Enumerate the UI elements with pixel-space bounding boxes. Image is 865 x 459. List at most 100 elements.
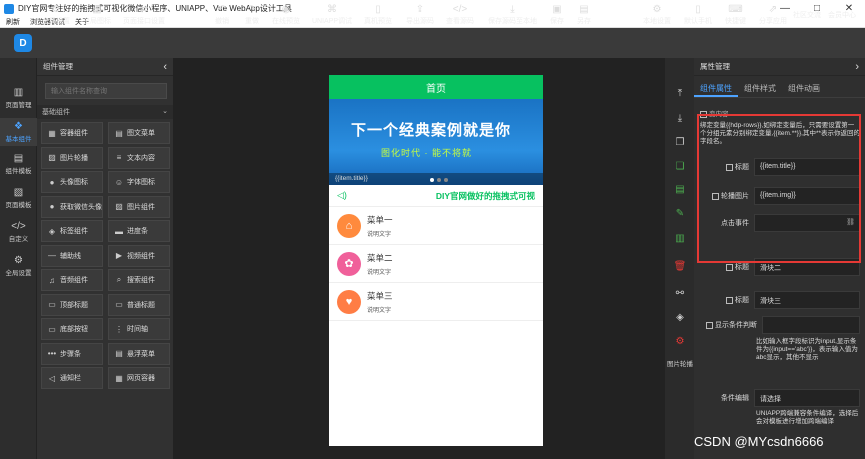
component-item[interactable]: ▤ 悬浮菜单	[108, 342, 170, 365]
component-icon: •••	[47, 349, 57, 358]
move-top-icon[interactable]: ⤒	[665, 88, 695, 99]
collapse-right-icon[interactable]: ›	[855, 61, 859, 73]
settings-red-icon[interactable]: ⚙	[665, 336, 695, 347]
uniapp-debug-button[interactable]: ⌘ UNIAPP调试	[312, 0, 352, 30]
field-label: 标题	[700, 295, 754, 305]
banner-swiper[interactable]: 下一个经典案例就是你 图化时代 · 能不将就 {{item.title}}	[329, 99, 543, 185]
component-item[interactable]: ⌕ 搜索组件	[108, 269, 170, 291]
checkbox-icon[interactable]	[726, 263, 733, 271]
shortcuts-button[interactable]: ⌨ 快捷键	[725, 0, 746, 30]
redo-button[interactable]: ↷ 重做	[245, 0, 259, 30]
link-icon[interactable]: ⚯	[665, 288, 695, 299]
phone-page-title[interactable]: 首页	[329, 75, 543, 99]
global-settings-button[interactable]: ⚙ 全局设置	[42, 0, 70, 30]
component-item[interactable]: ▭ 底部按钮	[41, 318, 103, 340]
menu-item-desc: 说明文字	[367, 231, 392, 238]
condition-input[interactable]	[762, 316, 860, 334]
template-icon: ▤	[13, 153, 24, 164]
copy-icon[interactable]: ❐	[665, 137, 695, 148]
export-icon: ⇪	[415, 4, 425, 15]
component-search-input[interactable]	[45, 83, 167, 99]
undo-button[interactable]: ↶ 撤销	[215, 0, 229, 30]
notice-bar[interactable]: ◁) DIY官网做好的拖拽式可视	[329, 185, 543, 207]
checkbox-icon[interactable]	[726, 296, 733, 304]
export-source-button[interactable]: ⇪ 导出源码	[406, 0, 434, 30]
checkbox-icon[interactable]	[706, 321, 713, 329]
save-icon: ▣	[552, 4, 562, 15]
view-source-button[interactable]: </> 查看源码	[446, 0, 474, 30]
component-item[interactable]: ▨ 图片组件	[108, 195, 170, 218]
component-label: 图片组件	[127, 203, 155, 211]
component-item[interactable]: ☺ 字体图标	[108, 171, 170, 193]
slide-three-input[interactable]: 滑块三	[754, 291, 860, 309]
default-phone-button[interactable]: ▯ 默认手机	[684, 0, 712, 30]
component-item[interactable]: ● 头像图标	[41, 171, 103, 193]
button-label: 保存	[550, 18, 564, 25]
menu-refresh[interactable]: 刷新	[6, 17, 20, 27]
component-item[interactable]: ▤ 图文菜单	[108, 122, 170, 144]
component-item[interactable]: ▬ 进度条	[108, 220, 170, 242]
delete-icon[interactable]: 🗑	[665, 261, 695, 272]
component-item[interactable]: ▭ 顶部标题	[41, 293, 103, 316]
share-app-button[interactable]: ⇗ 分享应用	[759, 0, 787, 30]
menu-list-item[interactable]: ✿ 菜单二 说明文字	[329, 245, 543, 283]
component-item[interactable]: ◈ 标签组件	[41, 220, 103, 242]
component-label: 获取微信头像	[60, 203, 102, 211]
tab-component-style[interactable]: 组件样式	[738, 80, 782, 97]
edit-icon[interactable]: ✎	[665, 208, 695, 219]
device-preview-button[interactable]: ▯ 真机预览	[364, 0, 392, 30]
component-item[interactable]: — 辅助线	[41, 244, 103, 267]
component-item[interactable]: ▭ 普通标题	[108, 293, 170, 316]
local-settings-button[interactable]: ⚙ 本地设置	[643, 0, 671, 30]
doc-icon[interactable]: ▥	[665, 233, 695, 244]
component-icon: ▭	[48, 324, 56, 334]
component-item[interactable]: ••• 步骤条	[41, 342, 103, 365]
save-local-button[interactable]: ⤓ 保存源码至本地	[488, 0, 537, 30]
component-item[interactable]: ≡ 文本内容	[108, 146, 170, 169]
component-item[interactable]: ⋮ 时间轴	[108, 318, 170, 340]
button-label: 社区交流	[793, 12, 821, 19]
community-link[interactable]: 社区交流	[793, 0, 821, 30]
global-icons-button[interactable]: ▦ 全局图标	[83, 0, 111, 30]
component-label: 网页容器	[127, 375, 155, 382]
rail-page-manager[interactable]: ▥ 页面管理	[0, 84, 37, 112]
online-preview-button[interactable]: ◉ 在线预览	[272, 0, 300, 30]
rail-global-settings[interactable]: ⚙ 全局设置	[0, 252, 37, 280]
component-item[interactable]: ▶ 视频组件	[108, 244, 170, 267]
collapse-left-icon[interactable]: ‹	[163, 61, 167, 73]
menu-list-item[interactable]: ♥ 菜单三 说明文字	[329, 283, 543, 321]
rail-basic-components[interactable]: ❖ 基本组件	[0, 118, 37, 146]
menu-item-icon: ♥	[337, 289, 361, 314]
paste-icon[interactable]: ❏	[665, 161, 695, 172]
tab-component-animation[interactable]: 组件动画	[782, 80, 826, 97]
layers-icon[interactable]: ◈	[665, 312, 695, 323]
component-item[interactable]: ♫ 音频组件	[41, 269, 103, 291]
component-icon: ❖	[14, 121, 23, 132]
component-item[interactable]: ◁ 通知栏	[41, 367, 103, 389]
component-icon: ⋮	[115, 324, 123, 334]
component-icon: ▤	[115, 349, 123, 358]
page-api-settings-button[interactable]: ⇄ 页面接口设置	[123, 0, 165, 30]
member-center-link[interactable]: 会员中心	[828, 0, 856, 30]
rail-custom[interactable]: </> 自定义	[0, 218, 37, 246]
component-item[interactable]: ▦ 网页容器	[108, 367, 170, 389]
component-item[interactable]: ▨ 图片轮播	[41, 146, 103, 169]
component-item[interactable]: ● 获取微信头像	[41, 195, 103, 218]
template-save-icon[interactable]: ▤	[665, 184, 695, 195]
field-label-text: 标题	[735, 297, 749, 304]
notice-text: DIY官网做好的拖拽式可视	[435, 190, 535, 201]
rail-component-templates[interactable]: ▤ 组件模板	[0, 150, 37, 178]
category-basic[interactable]: 基础组件 ⌄	[37, 105, 173, 119]
component-icon: ▬	[115, 226, 123, 236]
field-label: 显示条件判断	[700, 320, 762, 330]
cond-compile-select[interactable]: 请选择	[754, 389, 860, 407]
save-as-button[interactable]: ▤ 另存	[577, 0, 591, 30]
tab-component-props[interactable]: 组件属性	[694, 80, 738, 97]
app-logo: D	[14, 34, 32, 52]
save-button[interactable]: ▣ 保存	[550, 0, 564, 30]
rail-page-templates[interactable]: ▧ 页面模板	[0, 184, 37, 212]
button-label: 另存	[577, 18, 591, 25]
move-bottom-icon[interactable]: ⤓	[665, 113, 695, 124]
menu-list-item[interactable]: ⌂ 菜单一 说明文字	[329, 207, 543, 245]
component-item[interactable]: ▦ 容器组件	[41, 122, 103, 144]
